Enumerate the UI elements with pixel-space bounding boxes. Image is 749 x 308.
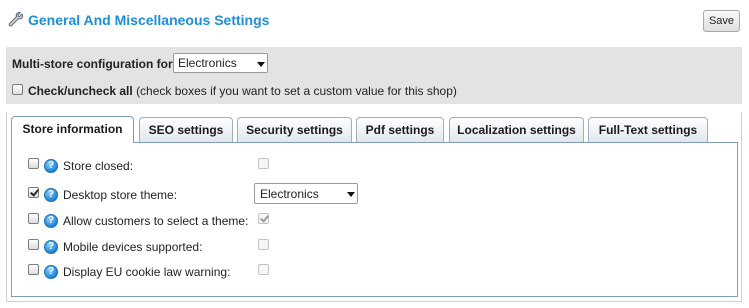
tab-seo-settings[interactable]: SEO settings <box>139 117 233 142</box>
mobile-devices-checkbox[interactable] <box>258 239 269 250</box>
override-checkbox-store-closed[interactable] <box>28 158 39 169</box>
help-icon[interactable]: ? <box>44 159 58 173</box>
tab-full-text-settings[interactable]: Full-Text settings <box>588 117 708 142</box>
page-title: General And Miscellaneous Settings <box>28 12 270 28</box>
option-label-mobile-devices: Mobile devices supported: <box>63 240 203 254</box>
help-icon[interactable]: ? <box>44 188 58 202</box>
option-label-eu-cookie: Display EU cookie law warning: <box>63 265 231 279</box>
override-checkbox-desktop-theme[interactable] <box>28 187 39 198</box>
option-label-allow-theme-select: Allow customers to select a theme: <box>63 214 249 228</box>
help-icon[interactable]: ? <box>44 240 58 254</box>
check-all-checkbox[interactable] <box>12 84 23 95</box>
wrench-icon <box>8 12 24 27</box>
help-icon[interactable]: ? <box>44 265 58 279</box>
store-select[interactable]: Electronics <box>173 53 268 73</box>
tab-store-information[interactable]: Store information <box>11 116 134 143</box>
check-all-label: Check/uncheck all (check boxes if you wa… <box>28 84 457 98</box>
multistore-label: Multi-store configuration for <box>12 57 173 71</box>
save-button[interactable]: Save <box>703 10 740 32</box>
desktop-theme-select[interactable]: Electronics <box>254 183 358 204</box>
option-label-desktop-theme: Desktop store theme: <box>63 188 178 202</box>
store-select-value: Electronics <box>178 56 237 70</box>
chevron-down-icon <box>347 192 355 197</box>
check-all-text: Check/uncheck all <box>28 84 133 98</box>
help-icon[interactable]: ? <box>44 214 58 228</box>
store-closed-checkbox[interactable] <box>258 158 269 169</box>
desktop-theme-value: Electronics <box>260 187 319 201</box>
allow-theme-select-checkbox[interactable] <box>258 213 269 224</box>
override-checkbox-allow-theme-select[interactable] <box>28 213 39 224</box>
override-checkbox-mobile-devices[interactable] <box>28 239 39 250</box>
eu-cookie-checkbox[interactable] <box>258 264 269 275</box>
check-all-hint: (check boxes if you want to set a custom… <box>136 84 457 98</box>
option-label-store-closed: Store closed: <box>63 159 134 173</box>
tab-localization-settings[interactable]: Localization settings <box>449 117 584 142</box>
override-checkbox-eu-cookie[interactable] <box>28 264 39 275</box>
tab-security-settings[interactable]: Security settings <box>237 117 352 142</box>
chevron-down-icon <box>257 62 265 67</box>
tab-pdf-settings[interactable]: Pdf settings <box>356 117 444 142</box>
